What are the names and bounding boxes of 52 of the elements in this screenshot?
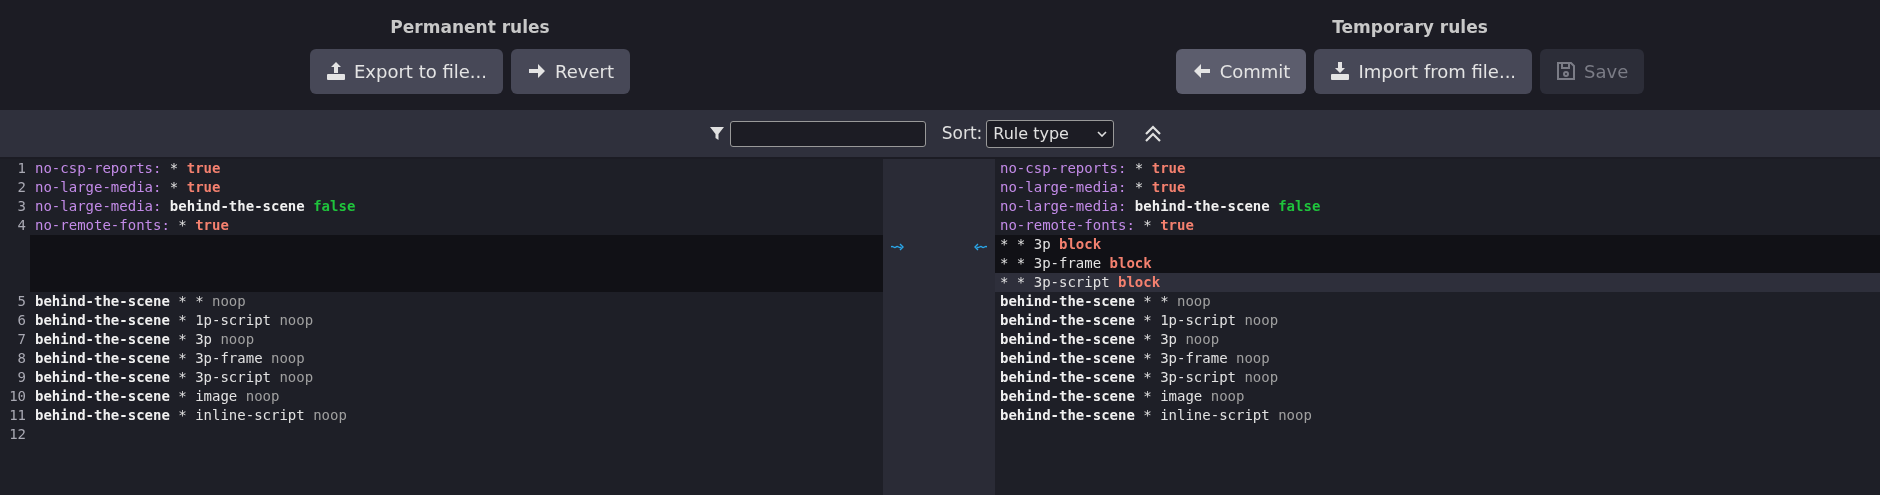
code-line: behind-the-scene * 3p-script noop bbox=[35, 369, 314, 385]
section-title: Permanent rules bbox=[390, 16, 550, 39]
code-line: behind-the-scene * 3p noop bbox=[999, 330, 1221, 349]
code-line: no-remote-fonts: * true bbox=[999, 216, 1195, 235]
section-title: Temporary rules bbox=[1332, 16, 1488, 39]
collapse-icon[interactable] bbox=[1144, 124, 1163, 143]
code-line: behind-the-scene * image noop bbox=[35, 388, 280, 404]
code-line: no-csp-reports: * true bbox=[35, 160, 221, 176]
upload-button[interactable]: Export to file... bbox=[310, 48, 503, 94]
code-line: no-large-media: behind-the-scene false bbox=[35, 198, 356, 214]
code-line: behind-the-scene * inline-script noop bbox=[999, 406, 1313, 425]
line-number: 2 bbox=[17, 179, 26, 195]
code-line: no-large-media: behind-the-scene false bbox=[999, 197, 1322, 216]
save-icon bbox=[1556, 61, 1577, 81]
filter-icon bbox=[709, 126, 724, 141]
download-button[interactable]: Import from file... bbox=[1314, 48, 1533, 94]
line-number: 3 bbox=[17, 198, 26, 214]
code-line: behind-the-scene * 3p-frame noop bbox=[35, 350, 305, 366]
code-line: no-remote-fonts: * true bbox=[35, 217, 229, 233]
code-line: behind-the-scene * 3p-script noop bbox=[999, 368, 1280, 387]
upload-icon bbox=[326, 61, 346, 81]
code-line: no-large-media: * true bbox=[999, 178, 1187, 197]
code-line: behind-the-scene * * noop bbox=[999, 292, 1212, 311]
code-line: behind-the-scene * 3p-frame noop bbox=[999, 349, 1271, 368]
line-number: 11 bbox=[9, 407, 26, 423]
line-number: 4 bbox=[17, 217, 26, 233]
code-line: behind-the-scene * 3p noop bbox=[35, 331, 255, 347]
arrow-right-icon bbox=[527, 61, 547, 81]
code-line: behind-the-scene * inline-script noop bbox=[35, 407, 347, 423]
line-number: 5 bbox=[17, 293, 26, 309]
code-line: no-large-media: * true bbox=[35, 179, 221, 195]
sort-select[interactable]: Rule type bbox=[986, 119, 1115, 148]
download-icon bbox=[1330, 61, 1351, 81]
caret-icon bbox=[1097, 130, 1108, 137]
arrow-right-button[interactable]: Revert bbox=[511, 48, 630, 94]
line-number: 9 bbox=[17, 369, 26, 385]
filter-field[interactable] bbox=[729, 120, 926, 147]
code-line: behind-the-scene * 1p-script noop bbox=[35, 312, 314, 328]
code-line: behind-the-scene * * noop bbox=[35, 293, 246, 309]
code-line: behind-the-scene * 1p-script noop bbox=[999, 311, 1280, 330]
sort-label: Sort: bbox=[941, 121, 983, 145]
line-number: 10 bbox=[9, 388, 26, 404]
line-number: 1 bbox=[17, 160, 26, 176]
code-line: behind-the-scene * image noop bbox=[999, 387, 1246, 406]
arrow-left-icon[interactable] bbox=[973, 243, 987, 251]
arrow-left-button[interactable]: Commit bbox=[1175, 48, 1307, 94]
code-line: no-csp-reports: * true bbox=[999, 159, 1187, 178]
line-number: 6 bbox=[17, 312, 26, 328]
arrow-right-icon[interactable] bbox=[891, 243, 905, 251]
line-number: 7 bbox=[17, 331, 26, 347]
line-number: 12 bbox=[9, 426, 26, 442]
line-number: 8 bbox=[17, 350, 26, 366]
